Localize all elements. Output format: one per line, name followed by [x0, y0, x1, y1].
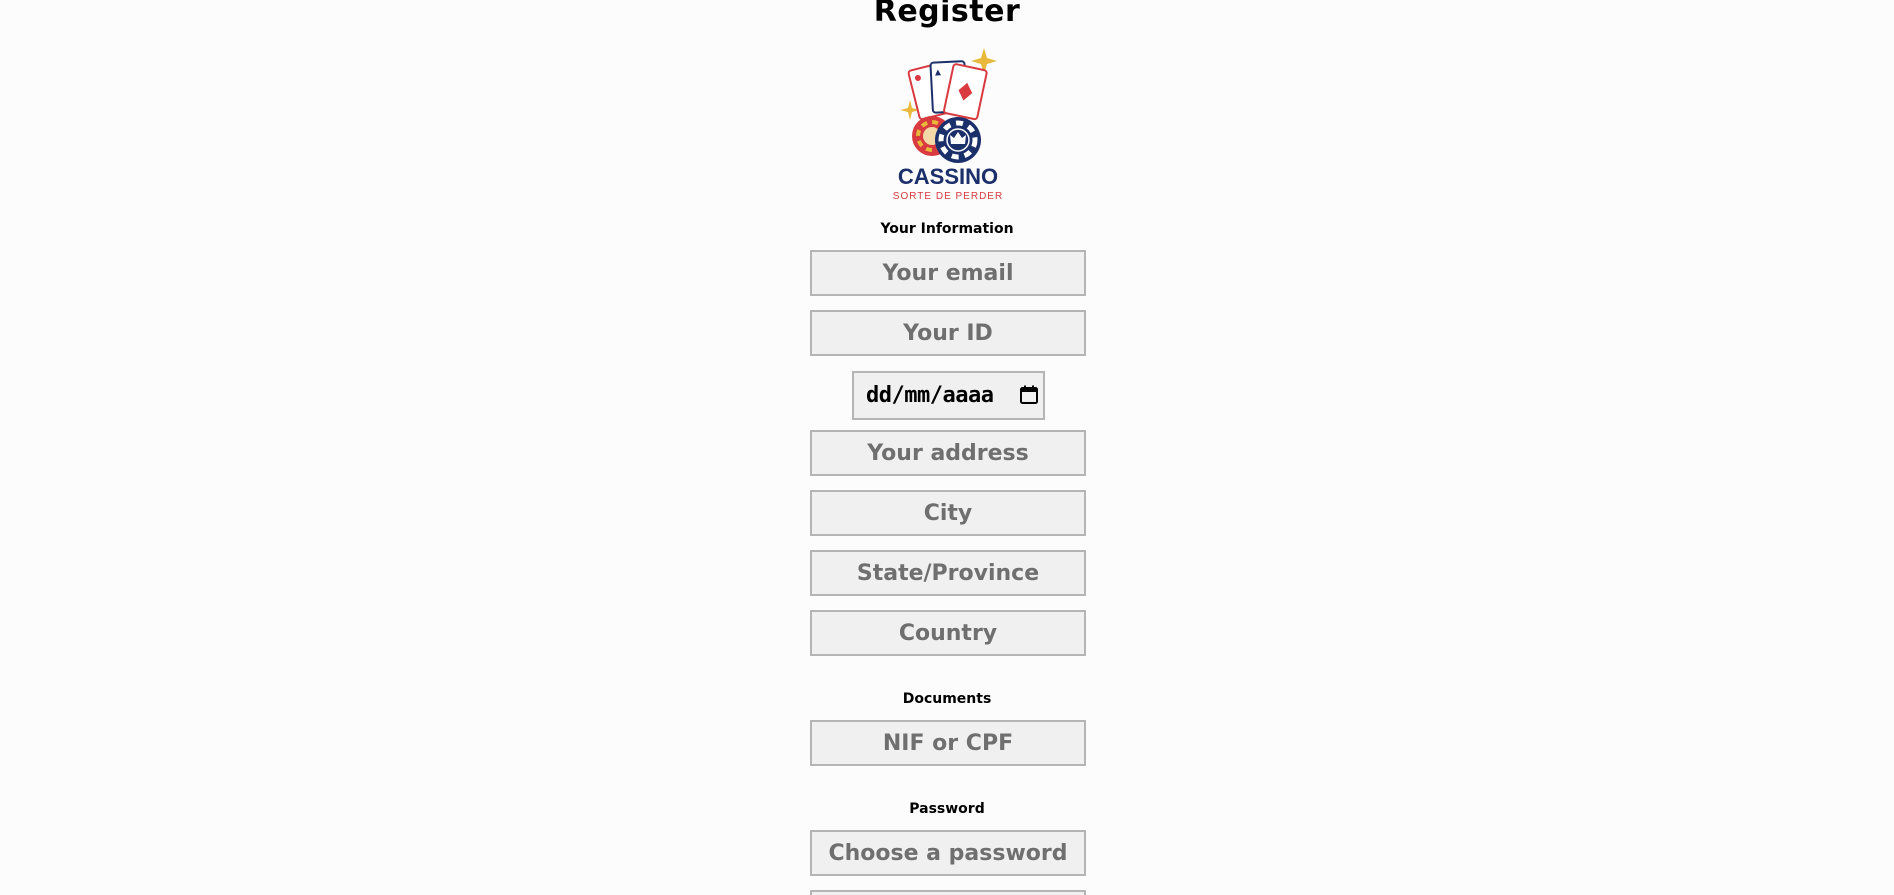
cassino-logo: CASSINO SORTE DE PERDER — [892, 48, 1004, 204]
birthdate-input[interactable]: dd/mm/aaaa — [852, 371, 1045, 420]
birthdate-value: dd/mm/aaaa — [866, 383, 994, 408]
register-page: Register CASSINO SORTE DE PERDER Your In… — [0, 0, 1894, 895]
section-label-documents: Documents — [902, 691, 992, 707]
address-input[interactable] — [810, 430, 1086, 476]
nif-cpf-input[interactable] — [810, 720, 1086, 766]
cassino-logo-graphic: CASSINO SORTE DE PERDER — [893, 48, 1003, 202]
country-input[interactable] — [810, 610, 1086, 656]
logo-tagline: SORTE DE PERDER — [893, 191, 1003, 202]
state-input[interactable] — [810, 550, 1086, 596]
logo-name: CASSINO — [898, 164, 998, 189]
id-input[interactable] — [810, 310, 1086, 356]
email-input[interactable] — [810, 250, 1086, 296]
section-label-your-information: Your Information — [880, 221, 1014, 237]
calendar-icon[interactable] — [1019, 385, 1039, 405]
password-input[interactable] — [810, 830, 1086, 876]
next-field-partial[interactable] — [810, 890, 1086, 895]
section-label-password: Password — [909, 801, 985, 817]
city-input[interactable] — [810, 490, 1086, 536]
page-title: Register — [873, 0, 1021, 29]
